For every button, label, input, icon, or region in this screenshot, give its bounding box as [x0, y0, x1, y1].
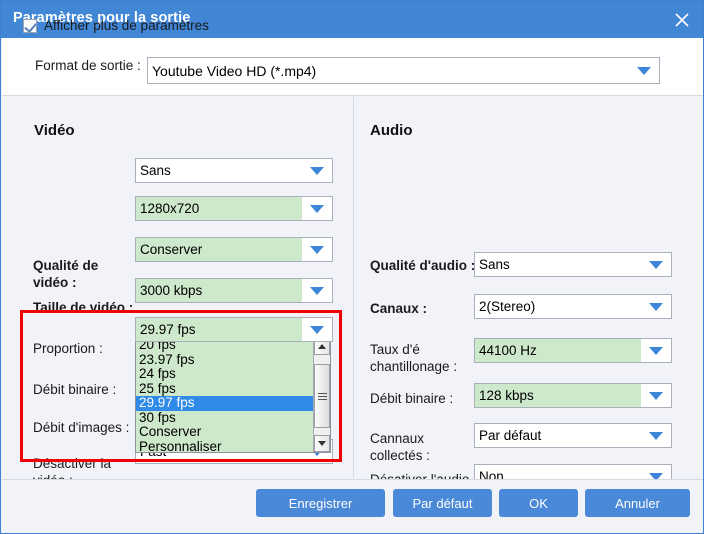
framerate-dropdown-list[interactable]: 20 fps23.97 fps24 fps25 fps29.97 fps30 f… — [135, 337, 331, 453]
show-more-settings-checkbox[interactable]: Afficher plus de paramètres — [23, 18, 209, 33]
close-icon[interactable] — [667, 5, 697, 35]
dropdown-scrollbar[interactable] — [313, 338, 330, 452]
checkbox-checked-icon[interactable] — [23, 19, 37, 33]
audio-channels-label: Canaux : — [370, 300, 427, 317]
show-more-settings-label: Afficher plus de paramètres — [44, 18, 209, 33]
video-size-label: Taille de vidéo : — [33, 299, 133, 316]
audio-settings-panel: Audio Qualité d'audio : Canaux : Taux d'… — [355, 97, 704, 478]
chevron-down-icon[interactable] — [302, 197, 332, 220]
chevron-down-icon[interactable] — [641, 253, 671, 276]
chevron-down-icon[interactable] — [629, 58, 659, 83]
chevron-down-icon[interactable] — [302, 159, 332, 182]
chevron-down-icon[interactable] — [302, 279, 332, 302]
framerate-option[interactable]: 24 fps — [136, 367, 314, 382]
video-framerate-label: Débit d'images : — [33, 419, 129, 436]
video-bitrate-select[interactable]: 3000 kbps — [135, 278, 333, 303]
chevron-down-icon[interactable] — [302, 238, 332, 261]
chevron-down-icon[interactable] — [302, 318, 332, 341]
framerate-option[interactable]: Personnaliser — [136, 440, 314, 454]
scrollbar-thumb[interactable] — [314, 364, 330, 428]
output-format-select[interactable]: Youtube Video HD (*.mp4) — [147, 57, 660, 84]
collected-channels-label: Cannaux collectés : — [370, 430, 475, 464]
video-size-select[interactable]: 1280x720 — [135, 196, 333, 221]
audio-channels-value: 2(Stereo) — [475, 295, 641, 318]
video-framerate-value: 29.97 fps — [136, 318, 302, 341]
audio-samplerate-select[interactable]: 44100 Hz — [474, 338, 672, 363]
audio-channels-select[interactable]: 2(Stereo) — [474, 294, 672, 319]
output-format-value: Youtube Video HD (*.mp4) — [148, 58, 629, 83]
scroll-down-icon[interactable] — [314, 435, 330, 452]
output-format-label: Format de sortie : — [35, 58, 141, 73]
save-button[interactable]: Enregistrer — [256, 489, 385, 517]
audio-samplerate-value: 44100 Hz — [475, 339, 641, 362]
framerate-option[interactable]: 25 fps — [136, 382, 314, 397]
chevron-down-icon[interactable] — [641, 424, 671, 447]
video-framerate-select[interactable]: 29.97 fps — [135, 317, 333, 342]
framerate-option[interactable]: 23.97 fps — [136, 353, 314, 368]
output-settings-dialog: Paramètres pour la sortie Format de sort… — [0, 0, 704, 534]
framerate-option[interactable]: 29.97 fps — [136, 396, 314, 411]
audio-section-title: Audio — [370, 122, 413, 139]
framerate-option[interactable]: Conserver — [136, 425, 314, 440]
collected-channels-value: Par défaut — [475, 424, 641, 447]
video-quality-select[interactable]: Sans — [135, 158, 333, 183]
audio-quality-value: Sans — [475, 253, 641, 276]
video-quality-label: Qualité de vidéo : — [33, 257, 135, 291]
collected-channels-select[interactable]: Par défaut — [474, 423, 672, 448]
audio-quality-label: Qualité d'audio : — [370, 257, 475, 274]
video-quality-value: Sans — [136, 159, 302, 182]
audio-bitrate-label: Débit binaire : — [370, 390, 453, 407]
audio-bitrate-select[interactable]: 128 kbps — [474, 383, 672, 408]
audio-samplerate-label: Taux d'é chantillonage : — [370, 341, 470, 375]
framerate-option[interactable]: 30 fps — [136, 411, 314, 426]
chevron-down-icon[interactable] — [641, 339, 671, 362]
framerate-option-list: 20 fps23.97 fps24 fps25 fps29.97 fps30 f… — [136, 338, 314, 453]
ok-button[interactable]: OK — [499, 489, 578, 517]
video-proportion-value: Conserver — [136, 238, 302, 261]
video-proportion-label: Proportion : — [33, 340, 103, 357]
video-bitrate-value: 3000 kbps — [136, 279, 302, 302]
video-bitrate-label: Débit binaire : — [33, 381, 116, 398]
video-proportion-select[interactable]: Conserver — [135, 237, 333, 262]
audio-quality-select[interactable]: Sans — [474, 252, 672, 277]
chevron-down-icon[interactable] — [641, 384, 671, 407]
video-section-title: Vidéo — [34, 122, 75, 139]
video-size-value: 1280x720 — [136, 197, 302, 220]
audio-bitrate-value: 128 kbps — [475, 384, 641, 407]
chevron-down-icon[interactable] — [641, 295, 671, 318]
cancel-button[interactable]: Annuler — [585, 489, 690, 517]
default-button[interactable]: Par défaut — [393, 489, 492, 517]
